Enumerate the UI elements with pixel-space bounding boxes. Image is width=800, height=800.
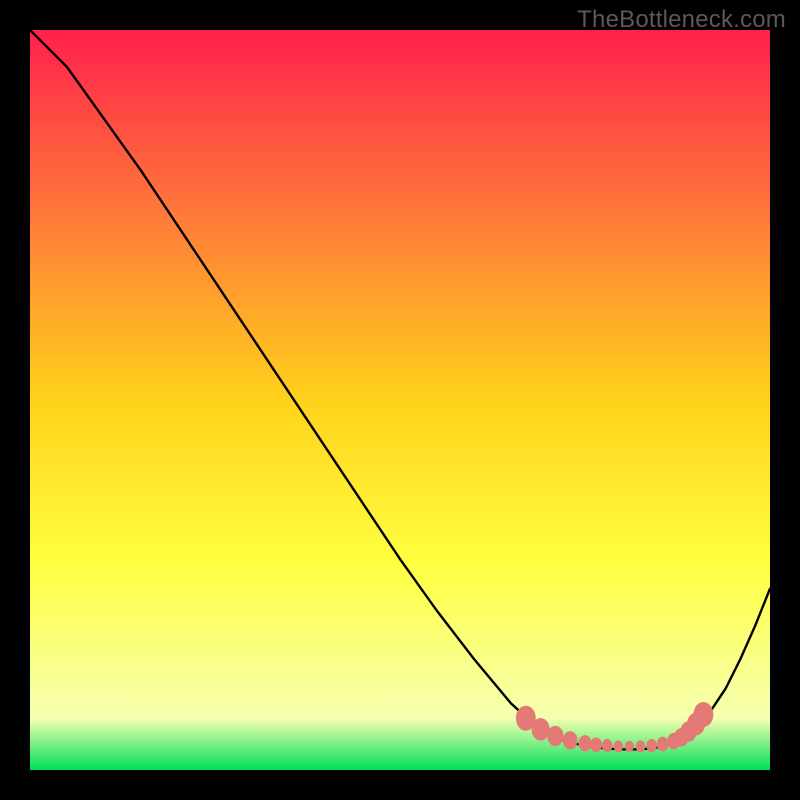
optimal-dot bbox=[590, 737, 602, 752]
optimal-dot bbox=[693, 702, 713, 727]
optimal-dot bbox=[578, 735, 591, 751]
optimal-dot bbox=[532, 718, 550, 741]
optimal-dot bbox=[602, 739, 613, 752]
optimal-dot bbox=[625, 741, 634, 752]
optimal-dot bbox=[614, 740, 624, 752]
optimal-dot bbox=[563, 731, 578, 749]
optimal-dot bbox=[636, 740, 646, 752]
optimal-dot bbox=[646, 739, 657, 752]
chart-frame: TheBottleneck.com bbox=[0, 0, 800, 800]
plot-area bbox=[30, 30, 770, 770]
optimal-dot bbox=[657, 737, 669, 752]
gradient-background bbox=[30, 30, 770, 770]
chart-svg bbox=[30, 30, 770, 770]
optimal-dot bbox=[547, 726, 563, 746]
